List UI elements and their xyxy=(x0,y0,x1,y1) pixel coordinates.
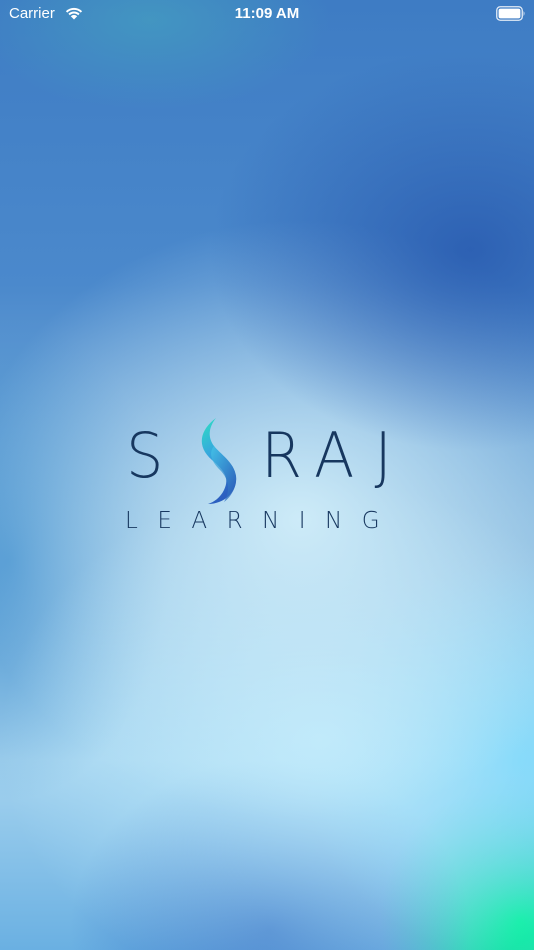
logo-subtitle: LEARNING xyxy=(125,508,400,534)
logo-letter: J xyxy=(374,419,392,492)
logo-letter: S xyxy=(125,419,164,492)
logo-wordmark: S R A J xyxy=(120,414,420,504)
swirl-s-mark-icon xyxy=(201,418,237,504)
clock-time: 11:09 AM xyxy=(234,5,300,22)
logo-letter: R xyxy=(261,419,303,492)
logo-letter: A xyxy=(314,419,355,492)
battery-icon xyxy=(496,6,525,21)
status-bar: Carrier 11:09 AM xyxy=(0,0,534,28)
siraj-learning-logo: S R A J LEARNING xyxy=(120,414,420,544)
